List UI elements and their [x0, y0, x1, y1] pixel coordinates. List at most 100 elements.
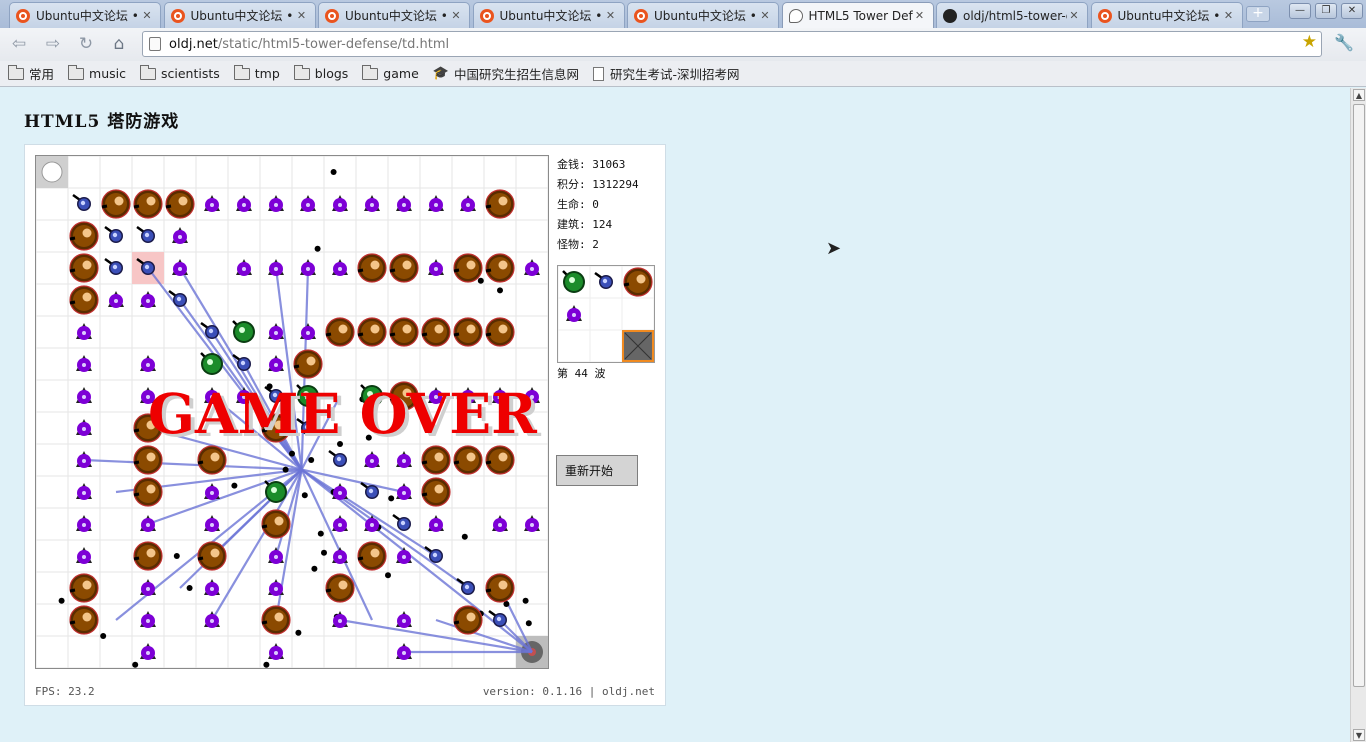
game-over-text: GAME OVER	[148, 381, 537, 446]
bullet	[477, 277, 484, 284]
bullet	[100, 633, 107, 639]
tower-p	[76, 515, 92, 532]
tower-p	[140, 611, 156, 628]
browser-tab[interactable]: Ubuntu中文论坛 • ✕	[9, 2, 161, 28]
tab-title: oldj/html5-tower-d	[963, 8, 1067, 23]
forward-icon[interactable]: ⇨	[41, 33, 65, 55]
browser-tab[interactable]: Ubuntu中文论坛 • ✕	[472, 2, 625, 28]
tower-p	[332, 195, 348, 212]
tower-p	[524, 515, 540, 532]
tower-b	[136, 225, 155, 243]
tower-b	[104, 225, 123, 243]
tower-p	[268, 547, 284, 564]
tower-p	[332, 259, 348, 276]
tower-c	[133, 189, 163, 219]
bookmark-item[interactable]: music	[68, 64, 126, 81]
address-bar[interactable]: oldj.net/static/html5-tower-defense/td.h…	[142, 31, 1322, 57]
tower-p	[524, 259, 540, 276]
tab-title: Ubuntu中文论坛 •	[499, 9, 603, 23]
bullet	[317, 530, 324, 537]
tower-p	[396, 611, 412, 628]
new-tab-button[interactable]: +	[1246, 6, 1270, 22]
bullet	[388, 495, 395, 502]
tower-p	[76, 451, 92, 468]
bullet	[301, 492, 308, 499]
tower-p	[396, 643, 412, 660]
tower-c	[453, 605, 483, 635]
bookmark-label: 中国研究生招生信息网	[453, 67, 579, 82]
tower-c	[421, 477, 451, 507]
close-window-icon[interactable]: ✕	[1341, 3, 1363, 19]
browser-tab[interactable]: Ubuntu中文论坛 • ✕	[318, 2, 470, 28]
close-tab-icon[interactable]: ✕	[295, 9, 309, 22]
tower-c	[485, 445, 515, 475]
wrench-icon[interactable]: 🔧	[1334, 33, 1354, 52]
tower-p	[300, 323, 316, 340]
minimize-icon[interactable]: —	[1289, 3, 1311, 19]
tower-p	[332, 547, 348, 564]
restore-icon[interactable]: ❐	[1315, 3, 1337, 19]
tower-p	[140, 515, 156, 532]
ubuntu-icon	[16, 8, 30, 23]
bookmark-item[interactable]: tmp	[233, 64, 280, 81]
folder-icon	[233, 64, 250, 80]
tower-c	[485, 189, 515, 219]
tower-p	[140, 291, 156, 308]
browser-tab[interactable]: HTML5 Tower Defe ✕	[781, 2, 934, 28]
tower-p	[140, 579, 156, 596]
tower-b	[392, 513, 411, 531]
page-title: HTML5 塔防游戏	[24, 112, 180, 132]
bookmark-item[interactable]: scientists	[139, 64, 220, 81]
tower-p	[300, 259, 316, 276]
tower-c	[485, 317, 515, 347]
browser-tab[interactable]: Ubuntu中文论坛 • ✕	[1090, 2, 1243, 28]
scroll-up-icon[interactable]: ▲	[1353, 89, 1365, 101]
bookmark-label: music	[89, 66, 126, 81]
tower-c	[357, 253, 387, 283]
bookmark-item[interactable]: blogs	[293, 64, 348, 81]
close-tab-icon[interactable]: ✕	[140, 9, 154, 22]
close-tab-icon[interactable]: ✕	[449, 9, 463, 22]
back-icon[interactable]: ⇦	[7, 33, 31, 55]
bookmark-item[interactable]: 常用	[8, 64, 54, 83]
home-icon[interactable]: ⌂	[107, 33, 131, 55]
chat-icon	[788, 8, 803, 23]
close-tab-icon[interactable]: ✕	[1067, 9, 1081, 22]
tower-p	[332, 611, 348, 628]
scroll-down-icon[interactable]: ▼	[1353, 729, 1365, 741]
close-tab-icon[interactable]: ✕	[758, 9, 772, 22]
tower-p	[268, 195, 284, 212]
tower-p	[428, 259, 444, 276]
tower-p	[204, 515, 220, 532]
palette-canvas[interactable]	[558, 266, 654, 362]
buildings-stat: 建筑: 124	[557, 218, 613, 231]
restart-button[interactable]: 重新开始	[556, 455, 638, 486]
browser-tab[interactable]: Ubuntu中文论坛 • ✕	[627, 2, 779, 28]
browser-tab[interactable]: Ubuntu中文论坛 • ✕	[163, 2, 316, 28]
bullet	[461, 533, 468, 540]
close-tab-icon[interactable]: ✕	[913, 9, 927, 22]
bookmark-label: tmp	[254, 66, 280, 81]
page-icon	[149, 37, 161, 51]
tower-c	[69, 221, 99, 251]
bullet	[282, 466, 289, 473]
close-tab-icon[interactable]: ✕	[604, 9, 618, 22]
tower-g	[562, 270, 585, 293]
tab-title: Ubuntu中文论坛 •	[1117, 9, 1221, 23]
page-scrollbar[interactable]: ▲ ▼	[1350, 88, 1366, 742]
scroll-thumb[interactable]	[1353, 104, 1365, 687]
tower-b	[200, 321, 219, 339]
browser-tab[interactable]: oldj/html5-tower-d ✕	[936, 2, 1088, 28]
bookmark-item[interactable]: game	[362, 64, 419, 81]
reload-icon[interactable]: ↻	[74, 33, 98, 55]
bookmark-star-icon[interactable]: ★	[1302, 32, 1317, 52]
tower-palette[interactable]	[557, 265, 655, 363]
bookmark-label: game	[383, 66, 419, 81]
bookmark-item[interactable]: 🎓 中国研究生招生信息网	[433, 64, 579, 83]
bullet	[173, 553, 180, 559]
tower-c	[421, 317, 451, 347]
wall-tile-icon	[622, 330, 654, 362]
close-tab-icon[interactable]: ✕	[1222, 9, 1236, 22]
tower-c	[197, 445, 227, 475]
bookmark-item[interactable]: 研究生考试-深圳招考网	[592, 64, 739, 83]
